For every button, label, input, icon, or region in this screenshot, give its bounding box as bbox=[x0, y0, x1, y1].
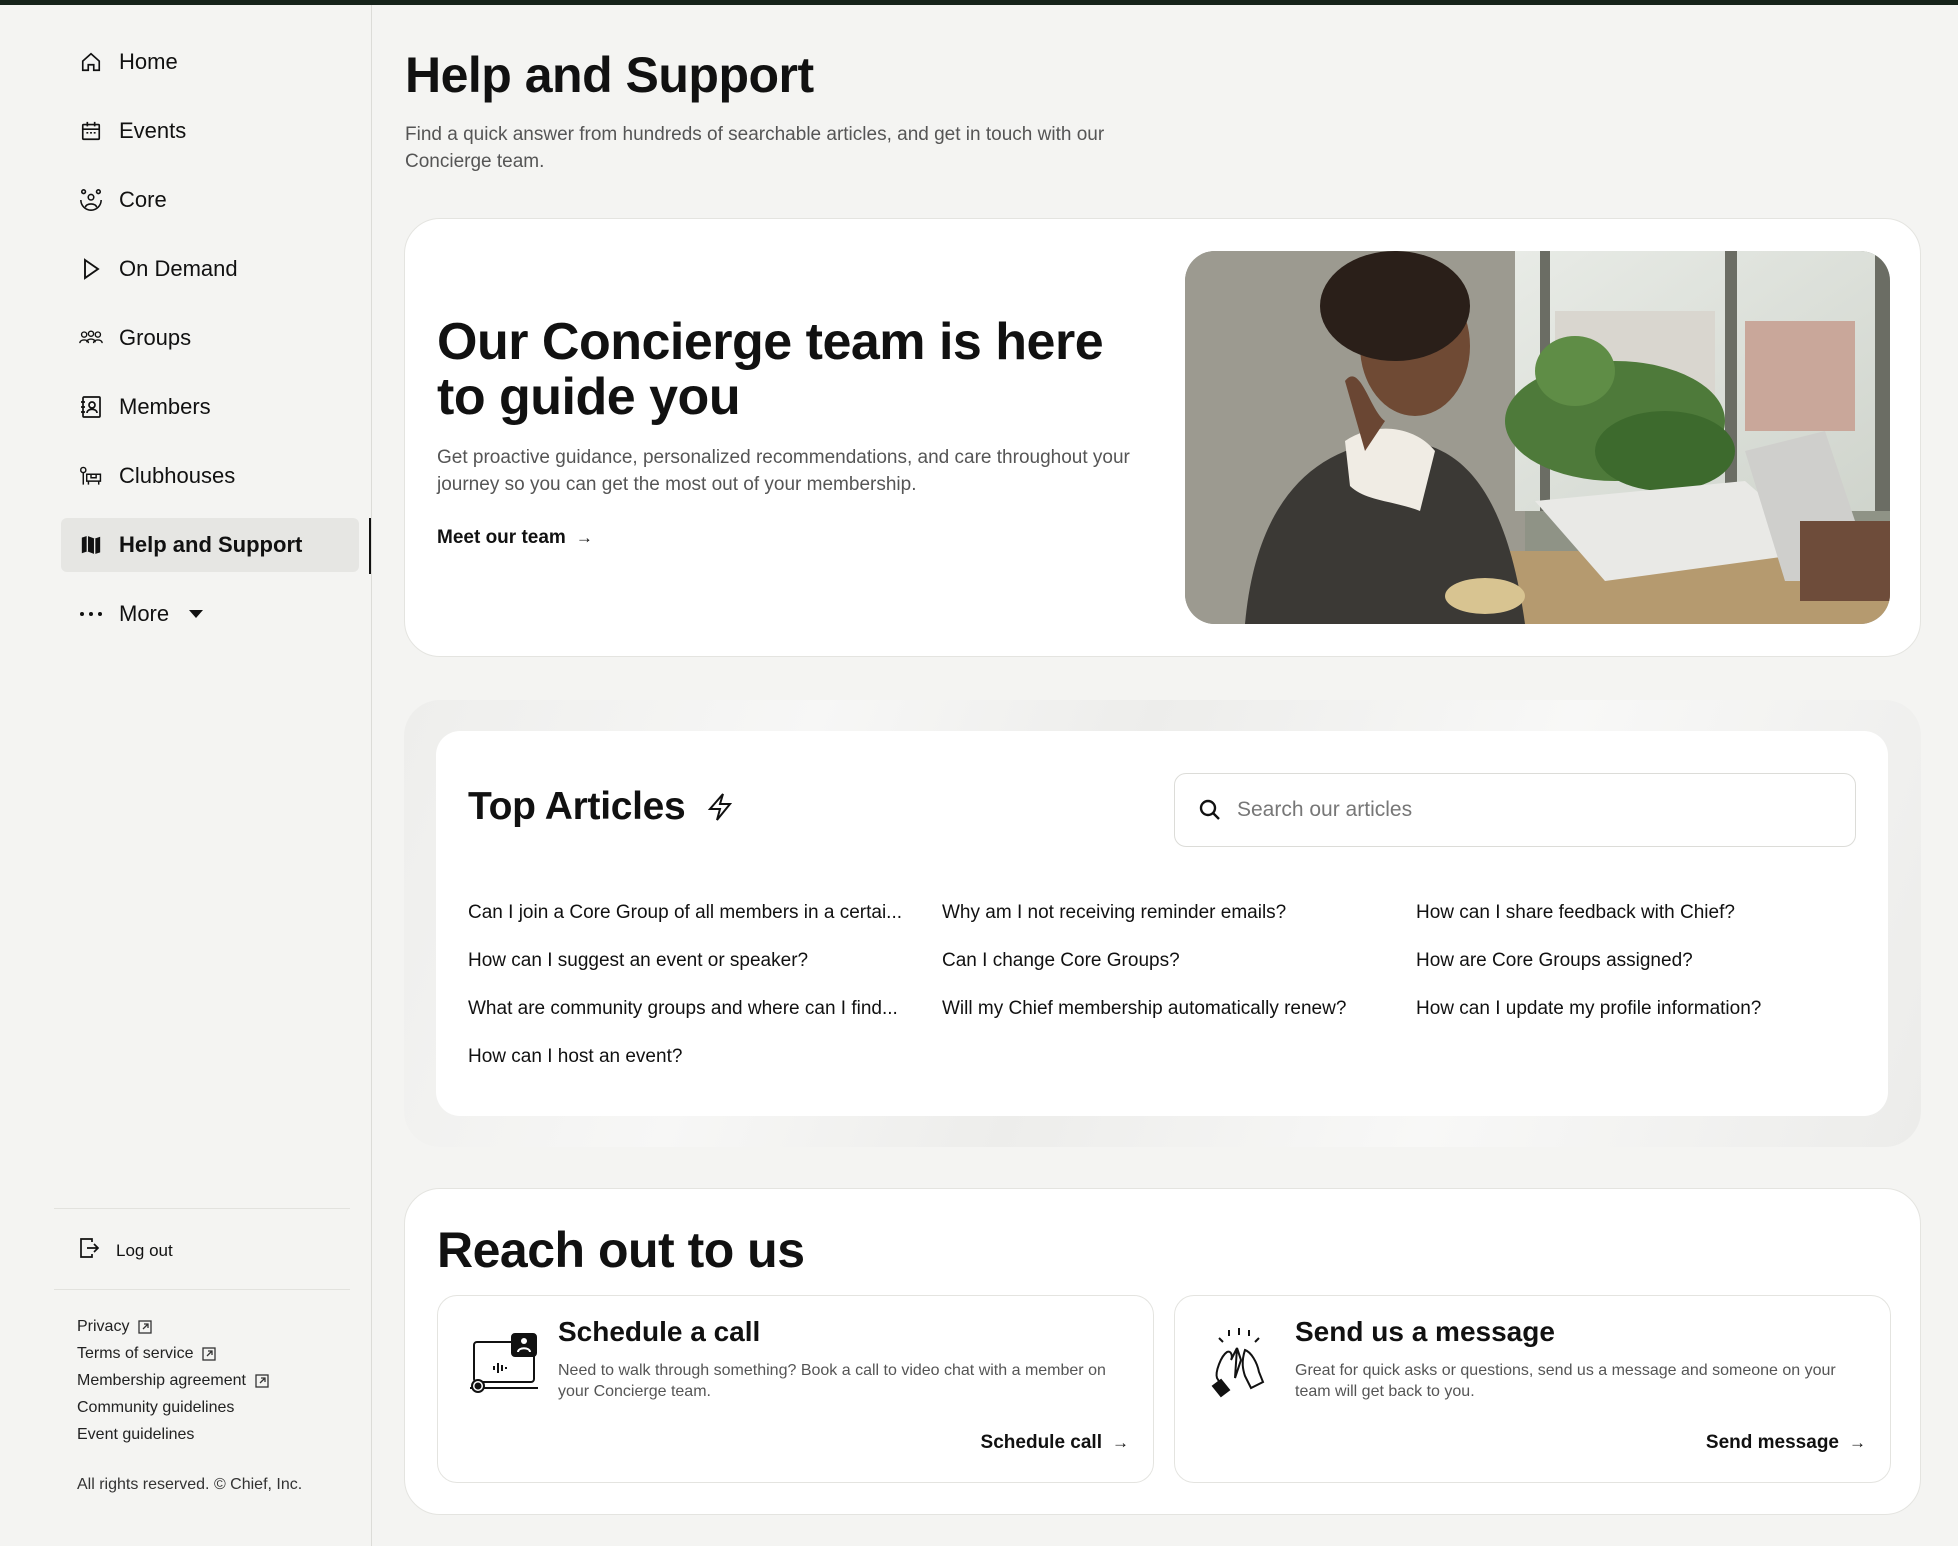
reach-out-heading: Reach out to us bbox=[437, 1222, 805, 1278]
video-call-icon bbox=[468, 1326, 540, 1398]
sidebar-item-core[interactable]: Core bbox=[61, 173, 359, 227]
article-link[interactable]: Will my Chief membership automatically r… bbox=[942, 997, 1346, 1045]
articles-column-3: How can I share feedback with Chief? How… bbox=[1416, 901, 1761, 1045]
clubhouse-icon bbox=[79, 464, 103, 488]
caret-down-icon bbox=[189, 610, 204, 618]
schedule-call-text: Need to walk through something? Book a c… bbox=[558, 1362, 1106, 1400]
send-message-text: Great for quick asks or questions, send … bbox=[1295, 1362, 1836, 1400]
schedule-call-title: Schedule a call bbox=[558, 1316, 761, 1347]
sidebar-nav: Home Events Core On Demand Groups Member… bbox=[61, 35, 371, 656]
concierge-hero-card: Our Concierge team is here to guide you … bbox=[404, 218, 1921, 657]
sidebar-item-label: Members bbox=[119, 394, 211, 419]
groups-icon bbox=[79, 326, 103, 350]
article-link[interactable]: How can I update my profile information? bbox=[1416, 997, 1761, 1045]
play-icon bbox=[79, 257, 103, 281]
articles-column-1: Can I join a Core Group of all members i… bbox=[468, 901, 902, 1093]
top-articles-section: Top Articles Can I join a Core Group of … bbox=[404, 700, 1921, 1147]
active-indicator bbox=[369, 518, 371, 574]
logout-button[interactable]: Log out bbox=[78, 1236, 173, 1265]
top-articles-heading: Top Articles bbox=[468, 785, 733, 829]
event-guidelines-link[interactable]: Event guidelines bbox=[77, 1421, 269, 1448]
articles-column-2: Why am I not receiving reminder emails? … bbox=[942, 901, 1346, 1045]
send-message-card: Send us a message Great for quick asks o… bbox=[1174, 1295, 1891, 1483]
search-icon bbox=[1199, 799, 1220, 820]
sidebar-item-label: Events bbox=[119, 118, 187, 143]
sidebar-item-help-and-support[interactable]: Help and Support bbox=[61, 518, 371, 574]
article-link[interactable]: Can I change Core Groups? bbox=[942, 949, 1346, 997]
sidebar-item-members[interactable]: Members bbox=[61, 380, 359, 434]
concierge-photo bbox=[1185, 251, 1890, 624]
map-icon bbox=[79, 533, 103, 557]
membership-agreement-link[interactable]: Membership agreement bbox=[77, 1367, 269, 1394]
article-link[interactable]: What are community groups and where can … bbox=[468, 997, 902, 1045]
core-icon bbox=[79, 188, 103, 212]
members-icon bbox=[79, 395, 103, 419]
article-search-box[interactable] bbox=[1174, 773, 1856, 847]
hero-title: Our Concierge team is here to guide you bbox=[437, 313, 1104, 426]
article-link[interactable]: How can I host an event? bbox=[468, 1045, 902, 1093]
arrow-right-icon: → bbox=[575, 528, 593, 547]
external-link-icon bbox=[255, 1373, 269, 1388]
sidebar-item-groups[interactable]: Groups bbox=[61, 311, 359, 365]
external-link-icon bbox=[138, 1319, 153, 1334]
sidebar-item-more[interactable]: More bbox=[61, 587, 359, 641]
lightning-icon bbox=[708, 793, 733, 821]
sidebar-item-on-demand[interactable]: On Demand bbox=[61, 242, 359, 296]
arrow-right-icon: → bbox=[1112, 1433, 1129, 1452]
sidebar-item-clubhouses[interactable]: Clubhouses bbox=[61, 449, 359, 503]
meet-our-team-link[interactable]: Meet our team → bbox=[437, 527, 593, 549]
schedule-call-card: Schedule a call Need to walk through som… bbox=[437, 1295, 1154, 1483]
arrow-right-icon: → bbox=[1849, 1433, 1866, 1452]
sidebar-item-label: Groups bbox=[119, 325, 192, 350]
schedule-call-button[interactable]: Schedule call → bbox=[981, 1432, 1129, 1454]
divider bbox=[54, 1289, 350, 1290]
external-link-icon bbox=[202, 1346, 217, 1361]
sidebar-item-label: Help and Support bbox=[119, 532, 303, 557]
reach-out-card: Reach out to us Schedule a call Need to … bbox=[404, 1188, 1921, 1515]
sidebar-item-events[interactable]: Events bbox=[61, 104, 359, 158]
search-input[interactable] bbox=[1237, 798, 1797, 822]
high-five-icon bbox=[1205, 1326, 1277, 1398]
article-link[interactable]: Why am I not receiving reminder emails? bbox=[942, 901, 1346, 949]
sidebar-item-home[interactable]: Home bbox=[61, 35, 359, 89]
sidebar-item-label: On Demand bbox=[119, 256, 238, 281]
article-link[interactable]: How can I share feedback with Chief? bbox=[1416, 901, 1761, 949]
footer-links: Privacy Terms of service Membership agre… bbox=[77, 1313, 269, 1448]
home-icon bbox=[79, 50, 103, 74]
hero-text: Get proactive guidance, personalized rec… bbox=[437, 447, 1130, 495]
privacy-link[interactable]: Privacy bbox=[77, 1313, 269, 1340]
send-message-title: Send us a message bbox=[1295, 1316, 1555, 1347]
send-message-button[interactable]: Send message → bbox=[1706, 1432, 1866, 1454]
divider bbox=[54, 1208, 350, 1209]
more-icon bbox=[79, 602, 103, 626]
community-guidelines-link[interactable]: Community guidelines bbox=[77, 1394, 269, 1421]
sidebar-item-label: Core bbox=[119, 187, 167, 212]
sidebar-item-label: More bbox=[119, 601, 170, 626]
article-link[interactable]: How can I suggest an event or speaker? bbox=[468, 949, 902, 997]
logout-icon bbox=[78, 1236, 100, 1265]
terms-of-service-link[interactable]: Terms of service bbox=[77, 1340, 269, 1367]
sidebar: Home Events Core On Demand Groups Member… bbox=[0, 5, 372, 1546]
calendar-icon bbox=[79, 119, 103, 143]
page-subtitle: Find a quick answer from hundreds of sea… bbox=[405, 124, 1105, 172]
article-link[interactable]: How are Core Groups assigned? bbox=[1416, 949, 1761, 997]
sidebar-item-label: Clubhouses bbox=[119, 463, 236, 488]
page-title: Help and Support bbox=[405, 47, 814, 103]
article-link[interactable]: Can I join a Core Group of all members i… bbox=[468, 901, 902, 949]
copyright-text: All rights reserved. © Chief, Inc. bbox=[77, 1476, 303, 1493]
top-articles-card: Top Articles Can I join a Core Group of … bbox=[436, 731, 1888, 1116]
sidebar-item-label: Home bbox=[119, 49, 178, 74]
logout-label: Log out bbox=[116, 1240, 173, 1260]
